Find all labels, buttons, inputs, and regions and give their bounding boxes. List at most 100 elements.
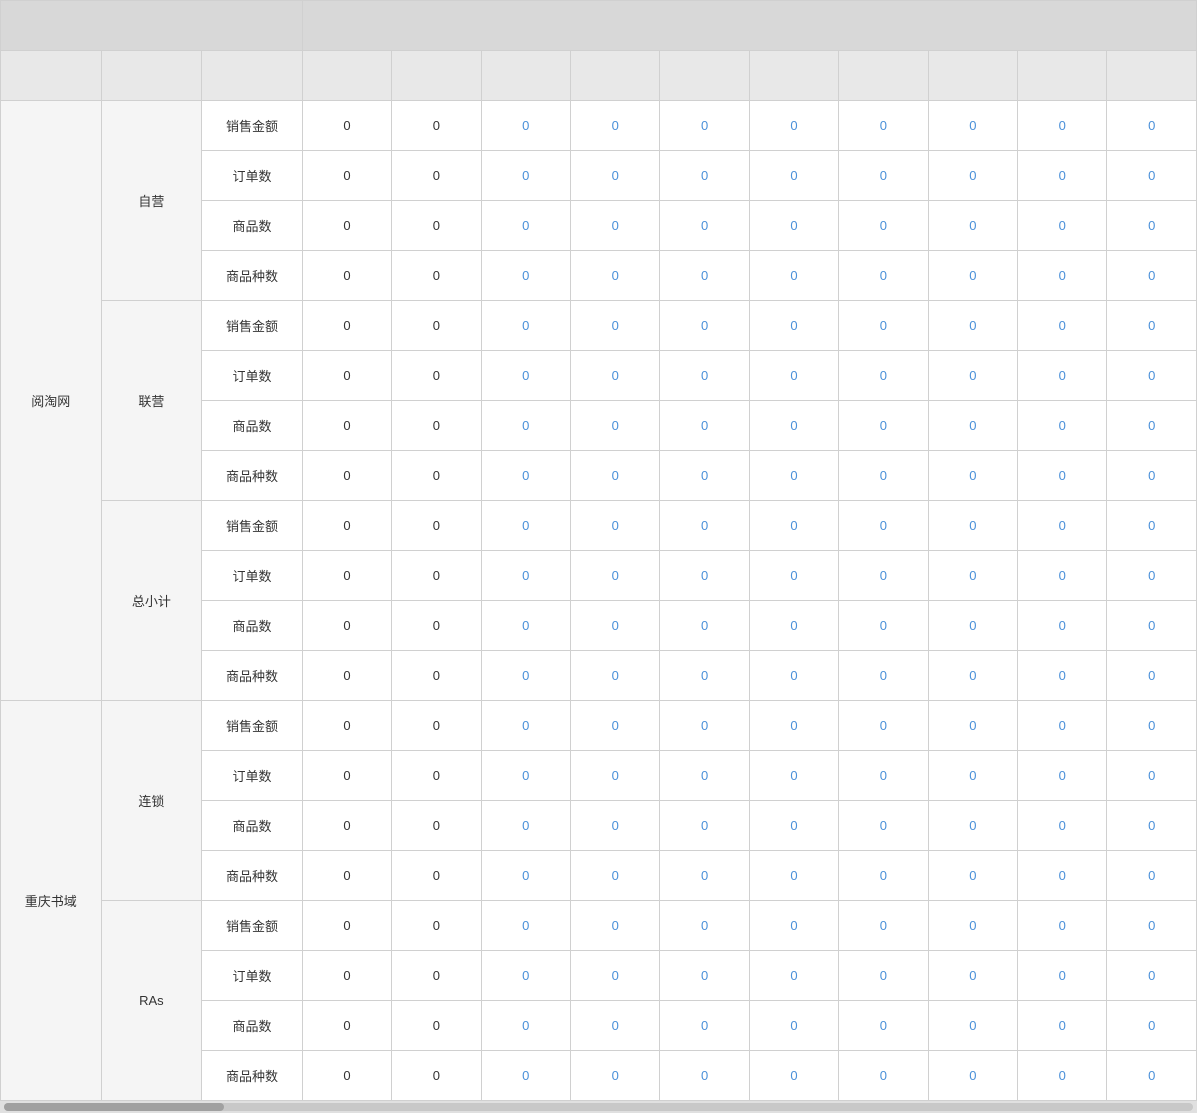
value-cell[interactable]: 0: [839, 301, 928, 351]
value-cell[interactable]: 0: [392, 801, 481, 851]
value-cell[interactable]: 0: [839, 801, 928, 851]
value-cell[interactable]: 0: [660, 301, 749, 351]
value-cell[interactable]: 0: [1107, 1051, 1197, 1101]
value-cell[interactable]: 0: [571, 901, 660, 951]
value-cell[interactable]: 0: [392, 901, 481, 951]
scrollbar-track[interactable]: [4, 1103, 1193, 1111]
value-cell[interactable]: 0: [749, 1051, 838, 1101]
value-cell[interactable]: 0: [392, 1001, 481, 1051]
value-cell[interactable]: 0: [302, 951, 391, 1001]
value-cell[interactable]: 0: [571, 1051, 660, 1101]
value-cell[interactable]: 0: [660, 1051, 749, 1101]
value-cell[interactable]: 0: [928, 801, 1017, 851]
value-cell[interactable]: 0: [660, 1001, 749, 1051]
value-cell[interactable]: 0: [749, 851, 838, 901]
value-cell[interactable]: 0: [1018, 451, 1107, 501]
value-cell[interactable]: 0: [839, 101, 928, 151]
value-cell[interactable]: 0: [660, 201, 749, 251]
value-cell[interactable]: 0: [839, 401, 928, 451]
value-cell[interactable]: 0: [660, 701, 749, 751]
value-cell[interactable]: 0: [302, 901, 391, 951]
value-cell[interactable]: 0: [1107, 251, 1197, 301]
value-cell[interactable]: 0: [481, 901, 570, 951]
value-cell[interactable]: 0: [481, 501, 570, 551]
value-cell[interactable]: 0: [302, 851, 391, 901]
value-cell[interactable]: 0: [749, 751, 838, 801]
value-cell[interactable]: 0: [1018, 1001, 1107, 1051]
value-cell[interactable]: 0: [1018, 1051, 1107, 1101]
value-cell[interactable]: 0: [302, 501, 391, 551]
value-cell[interactable]: 0: [1107, 351, 1197, 401]
value-cell[interactable]: 0: [392, 301, 481, 351]
value-cell[interactable]: 0: [481, 201, 570, 251]
value-cell[interactable]: 0: [571, 151, 660, 201]
value-cell[interactable]: 0: [660, 151, 749, 201]
value-cell[interactable]: 0: [660, 851, 749, 901]
value-cell[interactable]: 0: [1107, 651, 1197, 701]
value-cell[interactable]: 0: [839, 901, 928, 951]
value-cell[interactable]: 0: [392, 151, 481, 201]
value-cell[interactable]: 0: [928, 1051, 1017, 1101]
value-cell[interactable]: 0: [928, 901, 1017, 951]
value-cell[interactable]: 0: [571, 351, 660, 401]
value-cell[interactable]: 0: [302, 351, 391, 401]
value-cell[interactable]: 0: [928, 251, 1017, 301]
value-cell[interactable]: 0: [392, 751, 481, 801]
value-cell[interactable]: 0: [749, 101, 838, 151]
value-cell[interactable]: 0: [571, 401, 660, 451]
value-cell[interactable]: 0: [1018, 901, 1107, 951]
value-cell[interactable]: 0: [1018, 401, 1107, 451]
value-cell[interactable]: 0: [1107, 401, 1197, 451]
value-cell[interactable]: 0: [749, 701, 838, 751]
value-cell[interactable]: 0: [571, 201, 660, 251]
value-cell[interactable]: 0: [392, 551, 481, 601]
value-cell[interactable]: 0: [749, 301, 838, 351]
value-cell[interactable]: 0: [1107, 501, 1197, 551]
value-cell[interactable]: 0: [1107, 551, 1197, 601]
value-cell[interactable]: 0: [481, 1051, 570, 1101]
value-cell[interactable]: 0: [1107, 851, 1197, 901]
value-cell[interactable]: 0: [839, 951, 928, 1001]
value-cell[interactable]: 0: [839, 1001, 928, 1051]
value-cell[interactable]: 0: [928, 651, 1017, 701]
value-cell[interactable]: 0: [302, 201, 391, 251]
value-cell[interactable]: 0: [571, 601, 660, 651]
value-cell[interactable]: 0: [928, 151, 1017, 201]
value-cell[interactable]: 0: [1018, 751, 1107, 801]
value-cell[interactable]: 0: [660, 951, 749, 1001]
value-cell[interactable]: 0: [749, 601, 838, 651]
value-cell[interactable]: 0: [839, 251, 928, 301]
value-cell[interactable]: 0: [1107, 901, 1197, 951]
value-cell[interactable]: 0: [839, 151, 928, 201]
value-cell[interactable]: 0: [481, 401, 570, 451]
value-cell[interactable]: 0: [1018, 601, 1107, 651]
value-cell[interactable]: 0: [660, 101, 749, 151]
value-cell[interactable]: 0: [302, 701, 391, 751]
value-cell[interactable]: 0: [302, 451, 391, 501]
value-cell[interactable]: 0: [1018, 351, 1107, 401]
value-cell[interactable]: 0: [928, 1001, 1017, 1051]
value-cell[interactable]: 0: [392, 1051, 481, 1101]
value-cell[interactable]: 0: [571, 251, 660, 301]
value-cell[interactable]: 0: [1018, 201, 1107, 251]
value-cell[interactable]: 0: [1107, 101, 1197, 151]
value-cell[interactable]: 0: [481, 301, 570, 351]
value-cell[interactable]: 0: [839, 551, 928, 601]
value-cell[interactable]: 0: [392, 651, 481, 701]
value-cell[interactable]: 0: [928, 951, 1017, 1001]
value-cell[interactable]: 0: [302, 251, 391, 301]
value-cell[interactable]: 0: [392, 251, 481, 301]
value-cell[interactable]: 0: [749, 351, 838, 401]
value-cell[interactable]: 0: [302, 101, 391, 151]
value-cell[interactable]: 0: [928, 501, 1017, 551]
value-cell[interactable]: 0: [660, 751, 749, 801]
value-cell[interactable]: 0: [1018, 651, 1107, 701]
value-cell[interactable]: 0: [1018, 301, 1107, 351]
value-cell[interactable]: 0: [1018, 101, 1107, 151]
value-cell[interactable]: 0: [302, 301, 391, 351]
value-cell[interactable]: 0: [481, 601, 570, 651]
value-cell[interactable]: 0: [392, 101, 481, 151]
value-cell[interactable]: 0: [392, 401, 481, 451]
value-cell[interactable]: 0: [302, 1001, 391, 1051]
value-cell[interactable]: 0: [1107, 701, 1197, 751]
